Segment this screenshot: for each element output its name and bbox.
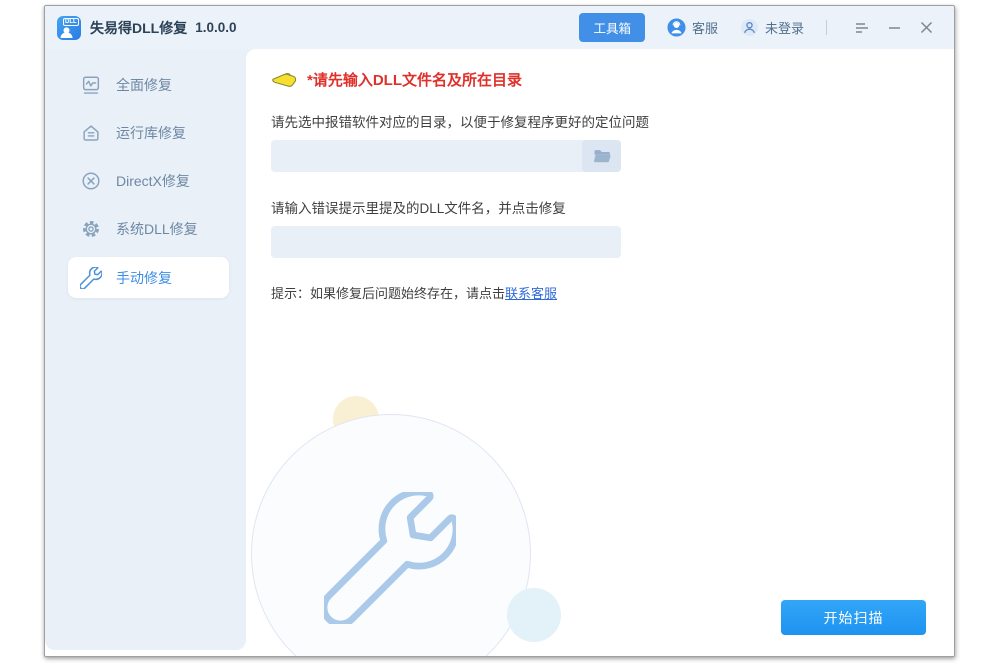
sidebar-item-system-dll-repair[interactable]: 系统DLL修复 bbox=[68, 205, 229, 253]
watermark-wrench-icon bbox=[324, 492, 456, 624]
user-icon bbox=[740, 18, 759, 37]
dll-name-field-label: 请输入错误提示里提及的DLL文件名，并点击修复 bbox=[271, 197, 954, 217]
sidebar-item-runtime-repair[interactable]: 运行库修复 bbox=[68, 109, 229, 157]
close-icon bbox=[920, 21, 933, 34]
house-list-icon bbox=[80, 122, 102, 144]
sidebar-item-label: 运行库修复 bbox=[116, 123, 186, 143]
hint-text: 提示：如果修复后问题始终存在，请点击联系客服 bbox=[271, 283, 954, 302]
toolbox-button[interactable]: 工具箱 bbox=[579, 13, 645, 42]
titlebar: DLL 失易得DLL修复 1.0.0.0 工具箱 客服 bbox=[45, 6, 954, 49]
sidebar-item-label: 手动修复 bbox=[116, 268, 172, 288]
menu-icon bbox=[855, 22, 870, 34]
sidebar-item-manual-repair[interactable]: 手动修复 bbox=[68, 257, 229, 298]
dll-name-input-wrap bbox=[271, 226, 621, 258]
directory-field-label: 请先选中报错软件对应的目录，以便于修复程序更好的定位问题 bbox=[271, 111, 954, 131]
notice-text: *请先输入DLL文件名及所在目录 bbox=[307, 69, 522, 90]
main-panel: *请先输入DLL文件名及所在目录 请先选中报错软件对应的目录，以便于修复程序更好… bbox=[246, 49, 954, 656]
hint-prefix: 提示：如果修复后问题始终存在，请点击 bbox=[271, 286, 505, 301]
dll-name-input[interactable] bbox=[271, 226, 621, 258]
wrench-icon bbox=[80, 267, 102, 289]
directory-input[interactable] bbox=[271, 140, 582, 172]
pointing-hand-icon bbox=[271, 70, 297, 90]
minimize-button[interactable] bbox=[881, 15, 907, 41]
titlebar-divider bbox=[826, 20, 827, 35]
gear-icon bbox=[80, 218, 102, 240]
close-button[interactable] bbox=[913, 15, 939, 41]
monitor-pulse-icon bbox=[80, 74, 102, 96]
customer-service-label: 客服 bbox=[692, 18, 718, 37]
minimize-icon bbox=[888, 21, 901, 34]
customer-service-button[interactable]: 客服 bbox=[667, 18, 718, 37]
app-window: DLL 失易得DLL修复 1.0.0.0 工具箱 客服 bbox=[44, 5, 955, 657]
circle-x-icon bbox=[80, 170, 102, 192]
app-version: 1.0.0.0 bbox=[195, 20, 236, 35]
login-label: 未登录 bbox=[765, 18, 804, 37]
customer-service-icon bbox=[667, 18, 686, 37]
notice-row: *请先输入DLL文件名及所在目录 bbox=[271, 69, 954, 90]
folder-icon bbox=[592, 147, 612, 165]
app-title: 失易得DLL修复 bbox=[90, 18, 187, 38]
app-logo-icon: DLL bbox=[57, 16, 81, 40]
logo-person-icon bbox=[60, 27, 73, 38]
login-button[interactable]: 未登录 bbox=[740, 18, 804, 37]
sidebar-item-full-repair[interactable]: 全面修复 bbox=[68, 61, 229, 109]
start-scan-button[interactable]: 开始扫描 bbox=[781, 600, 926, 635]
dll-badge: DLL bbox=[63, 18, 79, 26]
sidebar-item-directx-repair[interactable]: DirectX修复 bbox=[68, 157, 229, 205]
decor-blue-dot bbox=[507, 588, 561, 642]
browse-folder-button[interactable] bbox=[582, 140, 621, 172]
directory-input-wrap bbox=[271, 140, 621, 172]
contact-service-link[interactable]: 联系客服 bbox=[505, 286, 557, 301]
sidebar: 全面修复 运行库修复 DirectX修复 系统DLL bbox=[45, 49, 246, 650]
sidebar-item-label: 系统DLL修复 bbox=[116, 219, 198, 239]
menu-button[interactable] bbox=[849, 15, 875, 41]
sidebar-item-label: 全面修复 bbox=[116, 75, 172, 95]
sidebar-item-label: DirectX修复 bbox=[116, 171, 190, 191]
